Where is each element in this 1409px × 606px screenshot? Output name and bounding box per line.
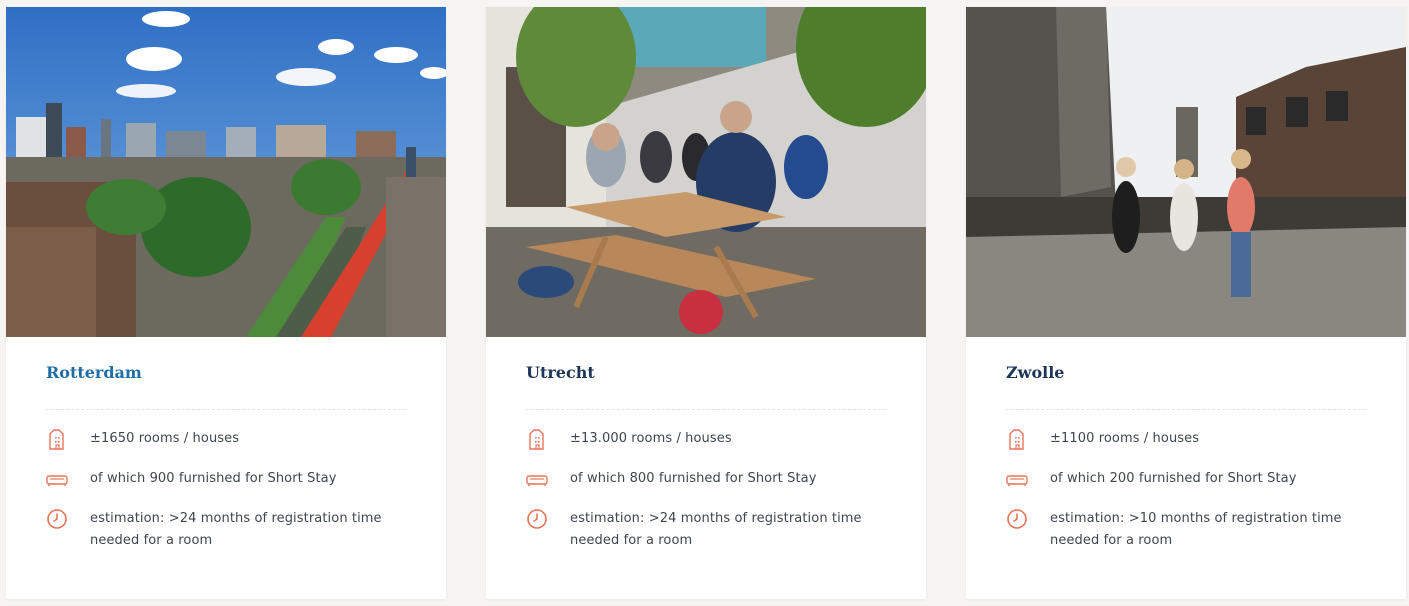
- divider: [1006, 409, 1366, 410]
- city-photo-zwolle[interactable]: [966, 7, 1406, 337]
- city-name-link[interactable]: Zwolle: [1006, 363, 1064, 382]
- clock-icon: [1007, 509, 1027, 529]
- feature-text: of which 900 furnished for Short Stay: [90, 471, 337, 486]
- building-icon: [1009, 429, 1024, 450]
- feature-text: of which 800 furnished for Short Stay: [570, 471, 817, 486]
- clock-icon: [47, 509, 67, 529]
- divider: [46, 409, 406, 410]
- sofa-icon: [526, 475, 548, 486]
- feature-registration-time: estimation: >24 months of registration t…: [526, 508, 886, 552]
- feature-registration-time: estimation: >24 months of registration t…: [46, 508, 406, 552]
- divider: [526, 409, 886, 410]
- feature-text: estimation: >24 months of registration t…: [570, 511, 862, 548]
- feature-rooms: ±13.000 rooms / houses: [526, 428, 886, 450]
- city-card-rotterdam[interactable]: Rotterdam ±1650 rooms / houses of which …: [6, 7, 446, 599]
- city-card-utrecht[interactable]: Utrecht ±13.000 rooms / houses of which …: [486, 7, 926, 599]
- city-name-link[interactable]: Utrecht: [526, 363, 595, 382]
- feature-rooms: ±1100 rooms / houses: [1006, 428, 1366, 450]
- city-card-zwolle[interactable]: Zwolle ±1100 rooms / houses of which 200…: [966, 7, 1406, 599]
- feature-short-stay: of which 200 furnished for Short Stay: [1006, 468, 1366, 490]
- feature-registration-time: estimation: >10 months of registration t…: [1006, 508, 1366, 552]
- feature-text: of which 200 furnished for Short Stay: [1050, 471, 1297, 486]
- city-photo-utrecht[interactable]: [486, 7, 926, 337]
- feature-rooms: ±1650 rooms / houses: [46, 428, 406, 450]
- sofa-icon: [46, 475, 68, 486]
- feature-text: estimation: >10 months of registration t…: [1050, 511, 1342, 548]
- feature-text: ±13.000 rooms / houses: [570, 431, 732, 446]
- building-icon: [49, 429, 64, 450]
- feature-text: estimation: >24 months of registration t…: [90, 511, 382, 548]
- feature-text: ±1650 rooms / houses: [90, 431, 240, 446]
- clock-icon: [527, 509, 547, 529]
- city-cards: Rotterdam ±1650 rooms / houses of which …: [0, 0, 1409, 606]
- city-photo-rotterdam[interactable]: [6, 7, 446, 337]
- building-icon: [529, 429, 544, 450]
- sofa-icon: [1006, 475, 1028, 486]
- feature-short-stay: of which 800 furnished for Short Stay: [526, 468, 886, 490]
- feature-text: ±1100 rooms / houses: [1050, 431, 1200, 446]
- feature-short-stay: of which 900 furnished for Short Stay: [46, 468, 406, 490]
- city-name-link[interactable]: Rotterdam: [46, 363, 142, 382]
